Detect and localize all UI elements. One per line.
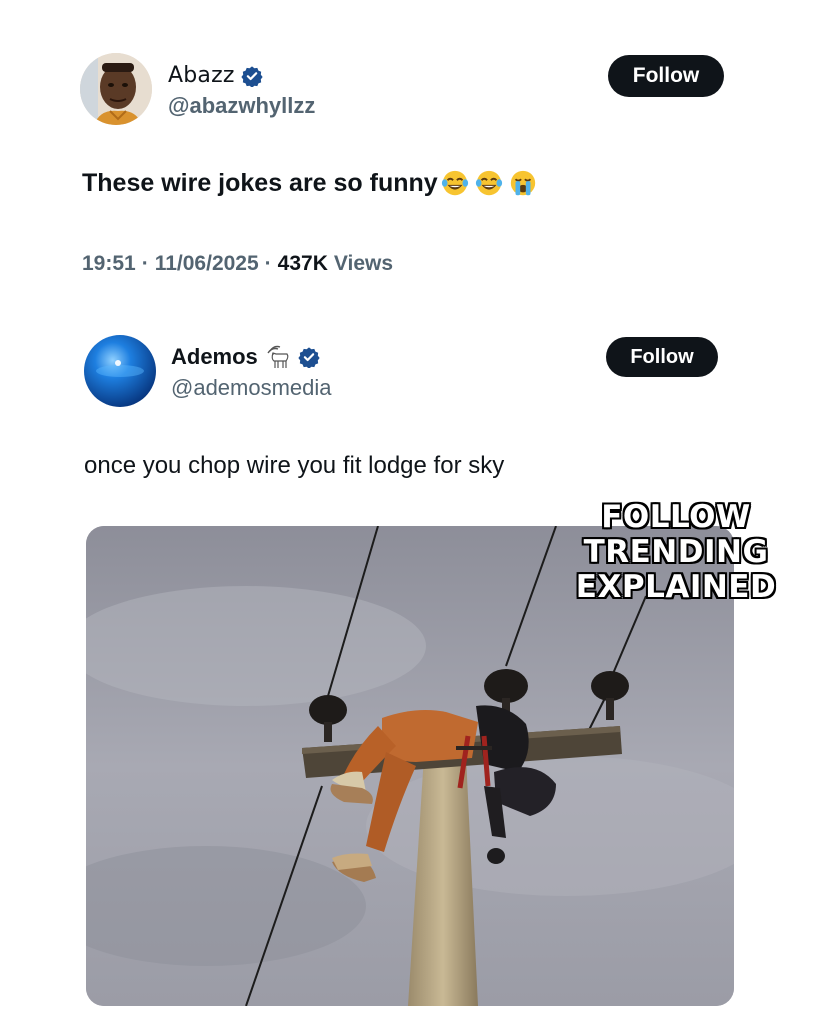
goat-icon [267, 345, 289, 368]
meta-separator: · [141, 252, 149, 275]
tweet-date[interactable]: 11/06/2025 [155, 252, 259, 276]
verified-badge-icon [240, 65, 263, 87]
views-label: Views [333, 252, 394, 275]
face-with-tears-of-joy-icon [441, 170, 468, 196]
views-count: 437K [277, 252, 328, 275]
tweet-text-content: These wire jokes are so funny [82, 168, 438, 197]
watermark-line: FOLLOW [601, 499, 751, 535]
quoted-avatar[interactable] [84, 335, 156, 407]
watermark-text: FOLLOW TRENDING EXPLAINED [556, 500, 796, 605]
tweet-time[interactable]: 19:51 [82, 252, 136, 276]
face-with-tears-of-joy-icon [475, 170, 502, 196]
watermark-line: TRENDING [583, 534, 769, 570]
quoted-author-display-name[interactable]: Ademos [171, 344, 258, 370]
watermark-line: EXPLAINED [575, 569, 777, 605]
quoted-author-handle[interactable]: @ademosmedia [171, 375, 332, 401]
loudly-crying-face-icon [510, 170, 535, 196]
follow-button[interactable]: Follow [608, 55, 724, 97]
verified-badge-icon [298, 347, 320, 368]
tweet-meta: 19:51 · 11/06/2025 · 437K Views [82, 252, 393, 276]
quoted-tweet-text: once you chop wire you fit lodge for sky [84, 452, 505, 479]
quoted-tweet-header: Ademos @ademosmedia Follow [84, 335, 724, 409]
author-name-row[interactable]: Abazz [168, 63, 263, 88]
emoji-group [440, 168, 538, 198]
avatar[interactable] [80, 53, 152, 125]
quoted-author-name-row[interactable]: Ademos [171, 343, 320, 371]
tweet-screenshot: Abazz @abazwhyllzz Follow These wire jok… [0, 0, 818, 1024]
quoted-follow-button[interactable]: Follow [606, 337, 718, 377]
author-display-name[interactable]: Abazz [168, 63, 235, 88]
tweet-header: Abazz @abazwhyllzz Follow [80, 53, 730, 125]
author-handle[interactable]: @abazwhyllzz [168, 93, 315, 119]
meta-separator: · [264, 252, 272, 275]
tweet-text: These wire jokes are so funny [82, 168, 538, 198]
